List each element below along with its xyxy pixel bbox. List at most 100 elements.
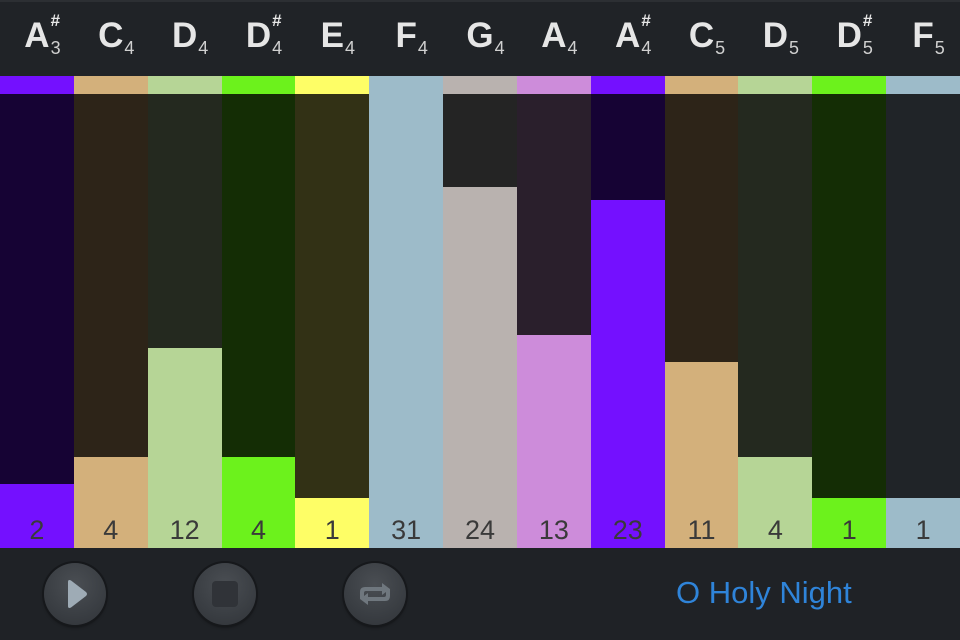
bar-track [738, 94, 813, 548]
note-color-stripe [73, 76, 148, 94]
sharp-sign: # [641, 11, 651, 30]
sharp-sign: # [272, 11, 282, 30]
note-count: 23 [612, 515, 643, 545]
note-count: 12 [169, 515, 200, 545]
note-count: 4 [250, 515, 266, 545]
bar-fill [443, 187, 517, 548]
note-color-stripe [664, 76, 739, 94]
note-octave: 5 [715, 38, 726, 58]
note-octave: 4 [344, 38, 355, 58]
note-bar-column[interactable]: 4 [73, 76, 148, 548]
note-letter: A [541, 16, 567, 55]
note-color-stripe [147, 76, 222, 94]
note-label: A4 [517, 2, 591, 78]
note-count: 1 [324, 515, 340, 545]
sharp-sign: # [50, 11, 61, 30]
note-letter: A [615, 16, 641, 55]
note-label: F5 [886, 2, 960, 78]
note-count: 2 [29, 515, 45, 545]
note-bar-column[interactable]: 11 [664, 76, 739, 548]
note-octave: 5 [789, 38, 800, 58]
note-bar-column[interactable]: 4 [221, 76, 296, 548]
repeat-icon [360, 583, 390, 605]
bar-track [812, 94, 887, 548]
note-octave: 4 [641, 38, 652, 58]
note-letter: F [912, 16, 934, 55]
note-color-stripe [812, 76, 887, 94]
note-label: C5 [665, 2, 739, 78]
bar-track [295, 94, 370, 548]
note-letter: A [24, 16, 50, 55]
bar-track [369, 94, 444, 548]
song-title[interactable]: O Holy Night [676, 575, 852, 611]
note-label: C4 [74, 2, 148, 78]
note-bar-column[interactable]: 1 [812, 76, 887, 548]
bar-track [221, 94, 296, 548]
note-bar-column[interactable]: 4 [738, 76, 813, 548]
note-color-stripe [590, 76, 665, 94]
note-octave: 4 [124, 38, 135, 58]
bar-track [590, 94, 665, 548]
note-header: A #3 C 4 D 4 D #4 E 4 F 4 G 4 A 4 A #4 C 5 D 5 D #5 F 5 [0, 0, 960, 76]
note-letter: D [836, 16, 862, 55]
bar-track [886, 94, 960, 548]
note-bar-column[interactable]: 13 [516, 76, 591, 548]
bar-fill [369, 94, 444, 548]
note-count: 11 [687, 515, 716, 545]
note-bar-column[interactable]: 12 [147, 76, 222, 548]
stop-icon [212, 581, 238, 607]
note-letter: F [395, 16, 417, 55]
note-color-stripe [516, 76, 591, 94]
note-count: 4 [767, 515, 783, 545]
note-octave: 4 [272, 38, 283, 58]
note-count: 24 [465, 515, 496, 545]
note-bar-column[interactable]: 31 [369, 76, 444, 548]
sharp-sign: # [862, 11, 873, 30]
note-color-stripe [443, 76, 517, 94]
note-label: D #4 [222, 2, 296, 78]
note-octave: 4 [494, 38, 505, 58]
note-letter: D [762, 16, 789, 55]
note-bar-column[interactable]: 23 [590, 76, 665, 548]
note-letter: E [320, 16, 344, 55]
note-color-stripe [295, 76, 370, 94]
note-bar-column[interactable]: 2 [0, 76, 74, 548]
note-letter: C [688, 16, 715, 55]
repeat-button[interactable] [344, 563, 406, 625]
note-color-stripe [369, 76, 444, 94]
note-frequency-chart: 2 4 12 4 1 31 24 13 23 11 4 1 1 [0, 76, 960, 548]
note-color-stripe [886, 76, 960, 94]
bar-fill [590, 199, 665, 548]
bar-track [147, 94, 222, 548]
note-octave: 4 [417, 38, 428, 58]
note-bar-column[interactable]: 1 [295, 76, 370, 548]
note-bar-column[interactable]: 1 [886, 76, 960, 548]
note-label: F4 [369, 2, 443, 78]
note-letter: G [466, 16, 494, 55]
play-icon [68, 580, 87, 608]
note-octave: 3 [50, 38, 61, 58]
note-label: A #4 [591, 2, 665, 78]
note-count: 13 [538, 515, 569, 545]
note-octave: 5 [862, 38, 873, 58]
note-letter: D [245, 16, 272, 55]
note-count: 4 [103, 515, 119, 545]
note-label: A #3 [0, 2, 74, 78]
note-letter: C [98, 16, 124, 55]
note-letter: D [171, 16, 198, 55]
stop-button[interactable] [194, 563, 256, 625]
note-count: 1 [841, 515, 857, 545]
note-color-stripe [221, 76, 296, 94]
bar-track [73, 94, 148, 548]
bar-track [443, 94, 517, 548]
play-button[interactable] [44, 563, 106, 625]
note-octave: 4 [567, 38, 578, 58]
note-color-stripe [0, 76, 74, 94]
bar-track [516, 94, 591, 548]
note-label: G4 [443, 2, 517, 78]
bar-track [0, 94, 74, 548]
note-label: D #5 [812, 2, 886, 78]
note-bar-column[interactable]: 24 [443, 76, 517, 548]
playback-controls: O Holy Night [0, 548, 960, 640]
note-count: 1 [915, 515, 931, 545]
